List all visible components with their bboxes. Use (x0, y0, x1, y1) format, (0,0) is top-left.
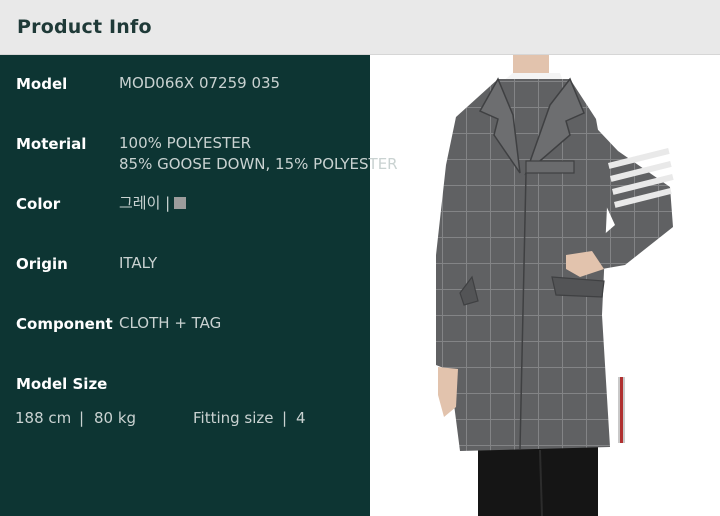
model-height: 188 cm (15, 409, 72, 427)
page-title: Product Info (17, 16, 152, 38)
origin-value: ITALY (119, 254, 158, 272)
color-label: Color (16, 195, 61, 213)
model-weight: 80 kg (94, 409, 137, 427)
color-value-text: 그레이 | (119, 194, 171, 212)
origin-label: Origin (16, 255, 68, 273)
product-info-header: Product Info (0, 0, 720, 55)
spec-panel (0, 55, 370, 516)
material-value-line2: 85% GOOSE DOWN, 15% POLYESTER (119, 155, 398, 173)
model-size-label: Model Size (16, 375, 108, 393)
color-swatch (174, 197, 187, 209)
color-value: 그레이 | (119, 193, 187, 214)
fitting-size-label: Fitting size (193, 409, 274, 427)
component-label: Component (16, 315, 113, 333)
material-value-line1: 100% POLYESTER (119, 134, 252, 152)
model-value: MOD066X 07259 035 (119, 74, 281, 92)
fitting-size-value: 4 (296, 409, 306, 427)
material-label: Moterial (16, 135, 87, 153)
fitting-separator: | (282, 409, 288, 427)
product-photo (370, 55, 720, 516)
size-separator: | (79, 409, 85, 427)
coat-illustration (436, 55, 674, 516)
model-label: Model (16, 75, 68, 93)
component-value: CLOTH + TAG (119, 314, 222, 332)
